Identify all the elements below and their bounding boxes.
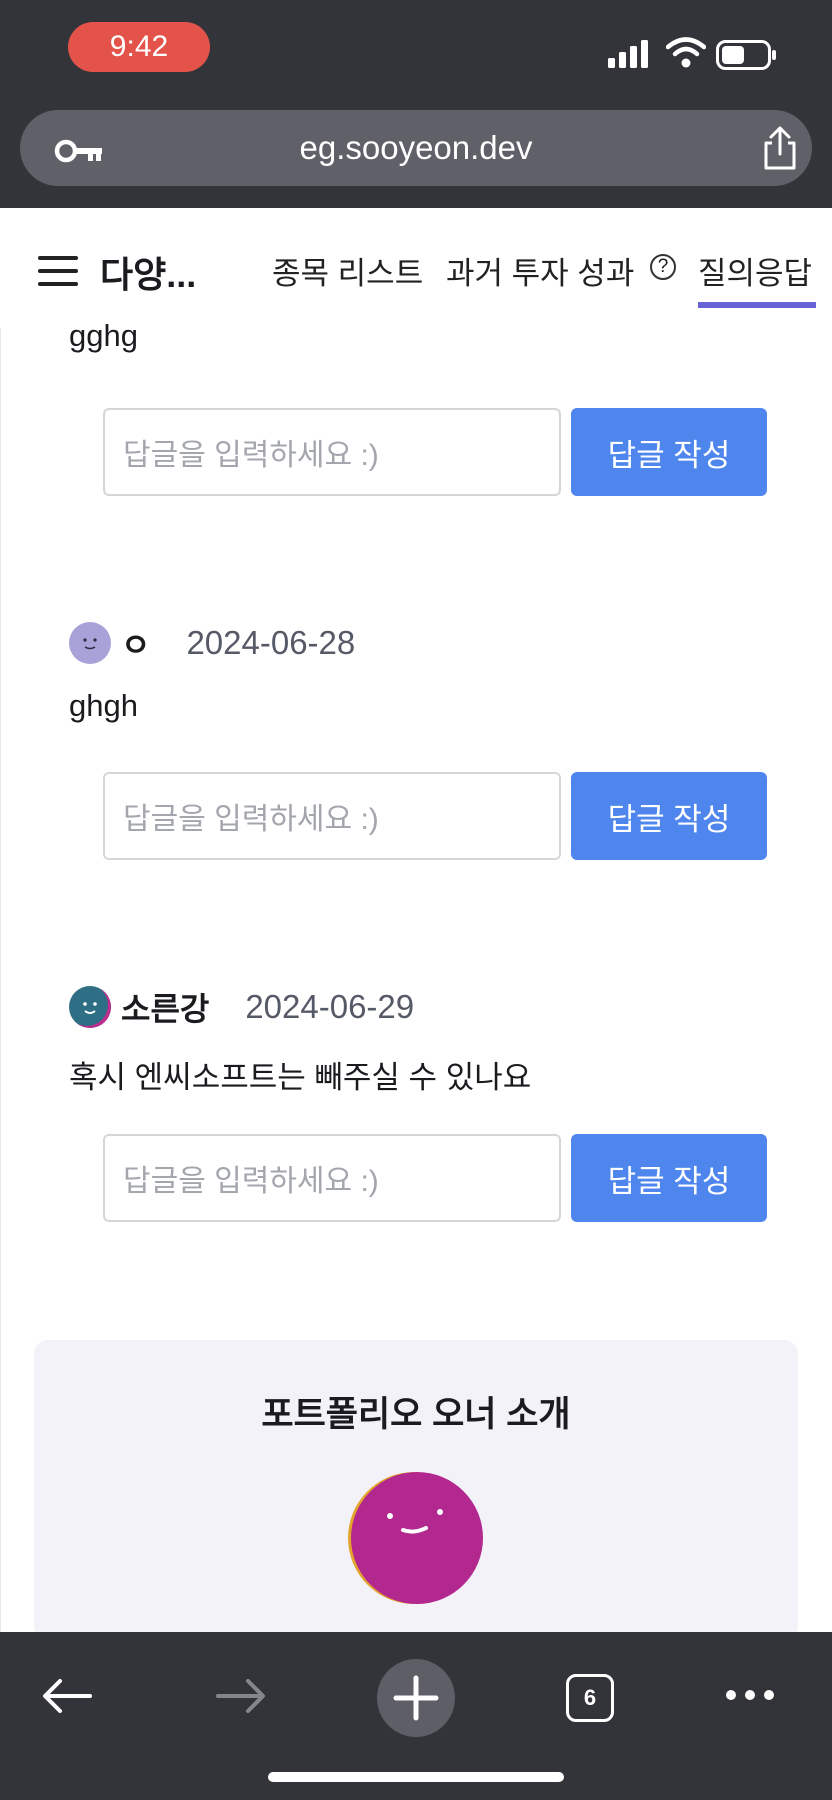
comment-item: gghg xyxy=(69,318,789,354)
cellular-signal-icon xyxy=(608,40,648,68)
comment-item: ㅇ 2024-06-28 ghgh xyxy=(69,620,789,724)
reply-input[interactable]: 답글을 입력하세요 :) xyxy=(103,408,561,496)
tab-past-performance[interactable]: 과거 투자 성과 xyxy=(446,248,634,293)
owner-avatar xyxy=(348,1472,483,1604)
smile-face-icon xyxy=(83,638,97,650)
tab-stock-list[interactable]: 종목 리스트 xyxy=(272,248,423,293)
tab-qna[interactable]: 질의응답 xyxy=(698,248,812,293)
reply-form: 답글을 입력하세요 :) 답글 작성 xyxy=(103,408,767,496)
status-time: 9:42 xyxy=(68,22,210,72)
reply-submit-button[interactable]: 답글 작성 xyxy=(571,408,767,496)
site-brand[interactable]: 다양... xyxy=(100,246,196,298)
avatar xyxy=(69,622,111,664)
reply-submit-button[interactable]: 답글 작성 xyxy=(571,772,767,860)
comment-header: 소른강 2024-06-29 xyxy=(69,984,789,1030)
comment-date: 2024-06-29 xyxy=(245,988,415,1025)
address-bar[interactable]: eg.sooyeon.dev xyxy=(20,110,812,186)
avatar xyxy=(69,986,111,1028)
url-text[interactable]: eg.sooyeon.dev xyxy=(20,110,812,186)
home-indicator[interactable] xyxy=(268,1772,564,1782)
reply-submit-button[interactable]: 답글 작성 xyxy=(571,1134,767,1222)
status-bar: 9:42 xyxy=(0,0,832,100)
comment-body: 혹시 엔씨소프트는 빼주실 수 있나요 xyxy=(69,1060,532,1095)
back-arrow-icon[interactable] xyxy=(40,1676,94,1716)
smile-face-icon xyxy=(83,1002,97,1014)
browser-bottom-bar: 6 xyxy=(0,1632,832,1800)
share-icon[interactable] xyxy=(762,126,798,170)
browser-toolbar: eg.sooyeon.dev xyxy=(0,100,832,208)
comment-body: gghg xyxy=(69,318,138,353)
help-icon[interactable]: ? xyxy=(650,254,676,280)
owner-title: 포트폴리오 오너 소개 xyxy=(261,1395,571,1434)
new-tab-plus-icon[interactable] xyxy=(376,1658,456,1738)
menu-icon[interactable] xyxy=(38,256,78,286)
comment-author: 소른강 xyxy=(121,991,210,1027)
comment-date: 2024-06-28 xyxy=(186,624,356,661)
comment-body: ghgh xyxy=(69,688,138,723)
active-tab-indicator xyxy=(698,302,816,308)
comment-author: ㅇ xyxy=(121,627,151,663)
wifi-icon xyxy=(666,37,706,68)
more-options-icon[interactable] xyxy=(724,1688,776,1702)
comment-header: ㅇ 2024-06-28 xyxy=(69,620,789,666)
forward-arrow-icon[interactable] xyxy=(214,1676,268,1716)
comment-item: 소른강 2024-06-29 혹시 엔씨소프트는 빼주실 수 있나요 xyxy=(69,984,789,1097)
site-nav: 다양... 종목 리스트 과거 투자 성과 ? 질의응답 xyxy=(0,208,832,328)
owner-intro-card: 포트폴리오 오너 소개 xyxy=(34,1340,798,1640)
reply-input[interactable]: 답글을 입력하세요 :) xyxy=(103,772,561,860)
battery-icon xyxy=(716,40,776,70)
reply-form: 답글을 입력하세요 :) 답글 작성 xyxy=(103,1134,767,1222)
tabs-count-button[interactable]: 6 xyxy=(566,1674,614,1722)
reply-input[interactable]: 답글을 입력하세요 :) xyxy=(103,1134,561,1222)
reply-form: 답글을 입력하세요 :) 답글 작성 xyxy=(103,772,767,860)
